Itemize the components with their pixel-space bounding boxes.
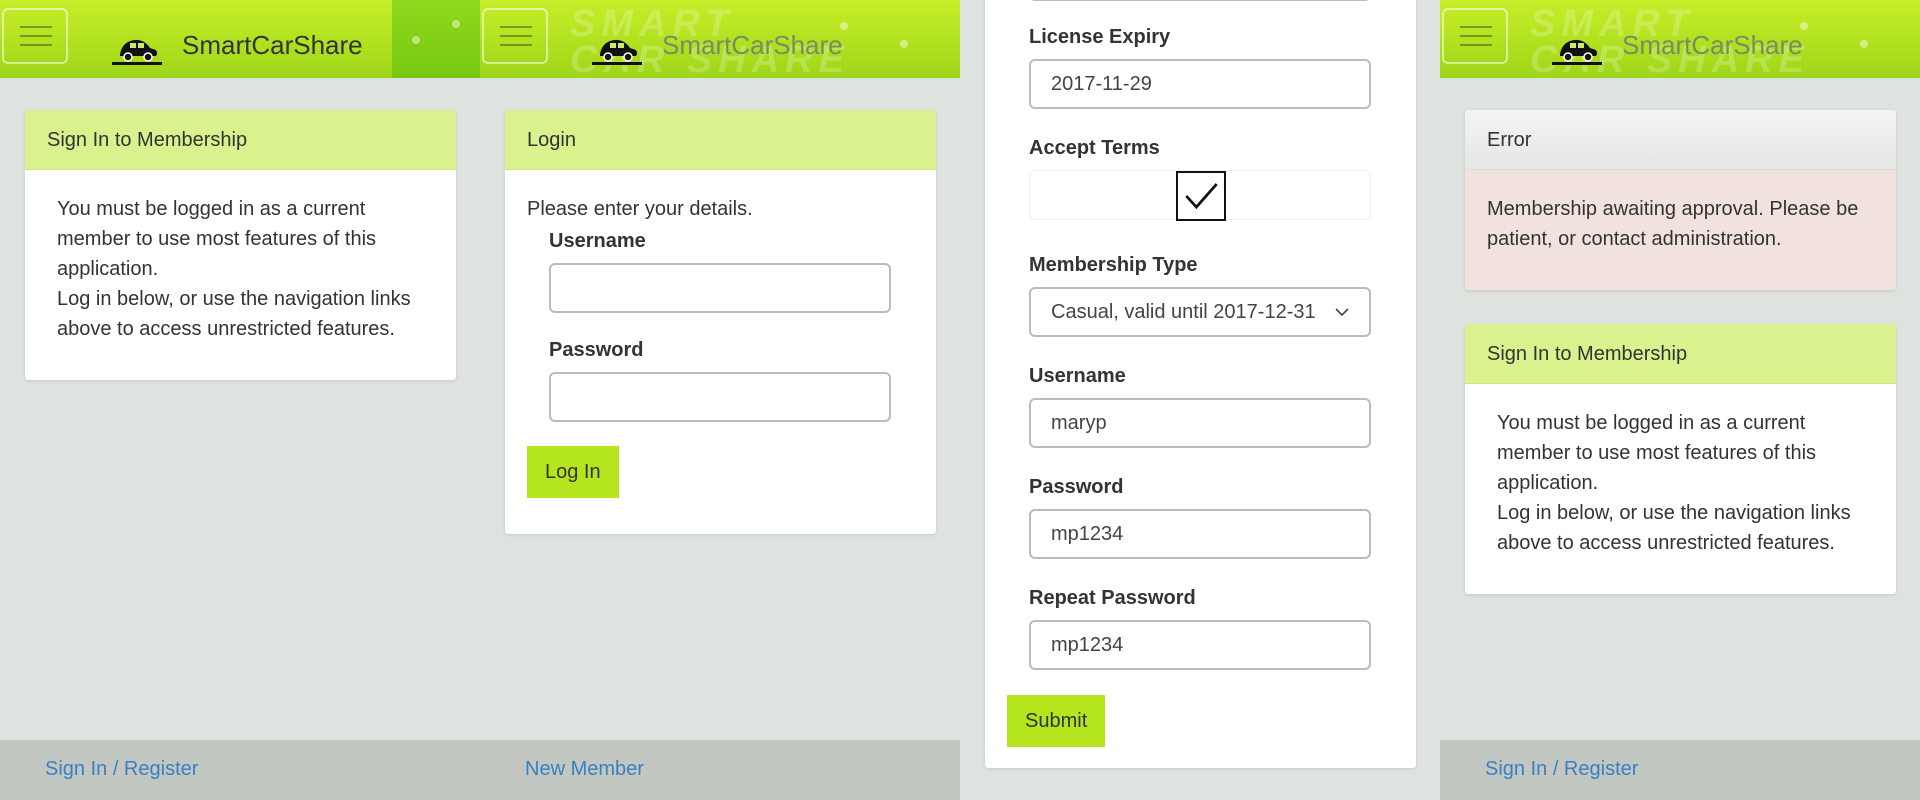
app-header: SMART CAR SHARE SmartCarShare xyxy=(1440,0,1920,78)
log-in-button[interactable]: Log In xyxy=(527,446,619,498)
sign-in-card: Sign In to Membership You must be logged… xyxy=(1465,324,1896,594)
error-title: Error xyxy=(1465,110,1896,170)
panel-sign-in-info: SmartCarShare Sign In to Membership You … xyxy=(0,0,480,800)
car-icon xyxy=(112,39,162,65)
login-card: Login Please enter your details. Usernam… xyxy=(505,110,936,534)
new-member-link[interactable]: New Member xyxy=(525,758,644,781)
chevron-down-icon xyxy=(1335,308,1349,317)
card-title: Sign In to Membership xyxy=(25,110,456,170)
car-icon xyxy=(592,39,642,65)
accept-terms-row xyxy=(1029,170,1371,221)
app-header: SmartCarShare xyxy=(0,0,480,78)
login-form: Please enter your details. Username Pass… xyxy=(505,170,936,522)
username-input[interactable] xyxy=(1029,398,1371,448)
license-expiry-label: License Expiry xyxy=(1029,26,1171,48)
info-text: Log in below, or use the navigation link… xyxy=(1497,502,1851,554)
info-text: You must be logged in as a current membe… xyxy=(1497,412,1817,494)
username-label: Username xyxy=(1029,365,1126,387)
header-dot xyxy=(452,20,460,28)
brand-name[interactable]: SmartCarShare xyxy=(662,30,843,61)
password-label: Password xyxy=(1029,476,1124,498)
registration-card: License Expiry Accept Terms Membership T… xyxy=(985,0,1416,768)
footer-nav: New Member xyxy=(480,740,960,800)
license-expiry-input[interactable] xyxy=(1029,59,1371,109)
header-dot xyxy=(900,40,908,48)
panel-registration: License Expiry Accept Terms Membership T… xyxy=(960,0,1440,800)
sign-in-card: Sign In to Membership You must be logged… xyxy=(25,110,456,380)
app-header: SMART CAR SHARE SmartCarShare xyxy=(480,0,960,78)
card-title: Sign In to Membership xyxy=(1465,324,1896,384)
repeat-password-label: Repeat Password xyxy=(1029,587,1196,609)
error-message: Membership awaiting approval. Please be … xyxy=(1465,170,1896,290)
menu-toggle-button[interactable] xyxy=(1442,8,1508,64)
footer-nav: Sign In / Register xyxy=(1440,740,1920,800)
brand-name[interactable]: SmartCarShare xyxy=(182,30,363,61)
checkmark-icon xyxy=(1185,183,1218,210)
previous-input-edge xyxy=(1029,0,1371,1)
error-card: Error Membership awaiting approval. Plea… xyxy=(1465,110,1896,290)
card-title: Login xyxy=(505,110,936,170)
info-text: You must be logged in as a current membe… xyxy=(57,198,377,280)
panel-login: SMART CAR SHARE SmartCarShare Login Pleas… xyxy=(480,0,960,800)
car-icon xyxy=(1552,39,1602,65)
card-body: You must be logged in as a current membe… xyxy=(25,170,456,380)
card-body: You must be logged in as a current membe… xyxy=(1465,384,1896,594)
username-input[interactable] xyxy=(549,263,891,313)
info-text: Log in below, or use the navigation link… xyxy=(57,288,411,340)
repeat-password-input[interactable] xyxy=(1029,620,1371,670)
password-label: Password xyxy=(549,339,644,361)
panel-error: SMART CAR SHARE SmartCarShare Error Membe… xyxy=(1440,0,1920,800)
header-dot xyxy=(412,36,420,44)
password-input[interactable] xyxy=(549,372,891,422)
membership-type-select[interactable]: Casual, valid until 2017-12-31 xyxy=(1029,287,1371,337)
accept-terms-label: Accept Terms xyxy=(1029,137,1160,159)
header-dot xyxy=(840,22,848,30)
intro-text: Please enter your details. xyxy=(527,198,753,220)
brand-name[interactable]: SmartCarShare xyxy=(1622,30,1803,61)
menu-toggle-button[interactable] xyxy=(2,8,68,64)
accept-terms-checkbox[interactable] xyxy=(1176,171,1226,221)
sign-in-register-link[interactable]: Sign In / Register xyxy=(1485,758,1638,781)
username-label: Username xyxy=(549,230,646,252)
sign-in-register-link[interactable]: Sign In / Register xyxy=(45,758,198,781)
membership-type-value: Casual, valid until 2017-12-31 xyxy=(1051,301,1316,323)
header-dot xyxy=(1800,22,1808,30)
header-dot xyxy=(1860,40,1868,48)
submit-button[interactable]: Submit xyxy=(1007,695,1106,747)
header-accent xyxy=(392,0,480,78)
menu-toggle-button[interactable] xyxy=(482,8,548,64)
footer-nav: Sign In / Register xyxy=(0,740,480,800)
membership-type-label: Membership Type xyxy=(1029,254,1198,276)
password-input[interactable] xyxy=(1029,509,1371,559)
